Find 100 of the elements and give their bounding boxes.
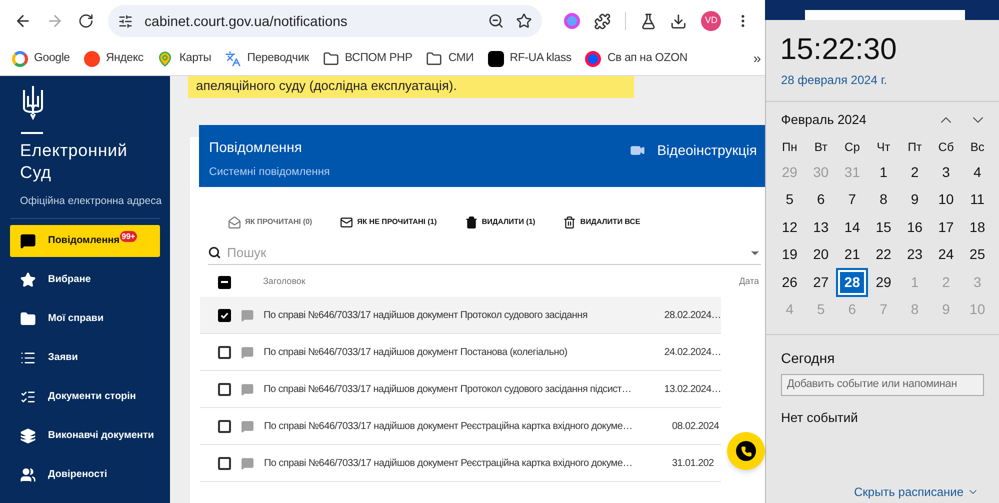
flask-icon[interactable]: [640, 12, 656, 30]
reload-icon[interactable]: [78, 13, 94, 29]
weekday-label: Чт: [876, 138, 892, 156]
search-field[interactable]: Пошук: [208, 241, 761, 265]
zoom-icon[interactable]: [488, 13, 504, 29]
calendar-day[interactable]: 23: [900, 242, 929, 268]
profile-avatar[interactable]: VD: [701, 11, 722, 31]
folder-icon: [426, 50, 442, 66]
map-pin-icon: [157, 50, 174, 66]
download-icon[interactable]: [670, 12, 688, 30]
message-icon: [241, 420, 254, 432]
today-heading: Сегодня: [781, 348, 836, 368]
back-icon[interactable]: [14, 12, 32, 30]
open-envelope-icon: [228, 216, 241, 228]
table-cell-text: 28.02.2024…: [664, 308, 721, 322]
bookmark[interactable]: Св ап на OZON: [585, 50, 688, 68]
url-text: cabinet.court.gov.ua/notifications: [144, 12, 348, 31]
bookmark[interactable]: ВСПОМ PHP: [322, 50, 412, 68]
calendar-day[interactable]: 29: [869, 270, 898, 295]
calendar-day[interactable]: 20: [806, 242, 835, 268]
calendar-day[interactable]: 14: [838, 214, 866, 240]
bookmark[interactable]: Google: [12, 50, 70, 68]
sidebar-item[interactable]: Документи сторін: [10, 380, 160, 413]
sidebar-item[interactable]: Заяви: [10, 342, 160, 374]
checkbox[interactable]: [218, 420, 231, 432]
calendar-day[interactable]: 1: [869, 160, 898, 185]
calendar-day[interactable]: 10: [932, 187, 960, 212]
calendar-day[interactable]: 25: [963, 242, 992, 268]
folder-icon: [20, 310, 36, 327]
checkbox[interactable]: [218, 308, 231, 322]
table-cell-text: По справі №646/7033/17 надійшов документ Протокол судового засідання: [264, 308, 588, 322]
column-header: Заголовок: [263, 275, 306, 288]
sidebar-item[interactable]: Виконавчі документи: [10, 420, 160, 452]
calendar-day[interactable]: 6: [806, 187, 835, 212]
calendar-day[interactable]: 9: [900, 187, 929, 212]
hide-schedule-link[interactable]: Скрыть расписание: [854, 483, 999, 501]
table-cell-text: 08.02.2024: [672, 420, 720, 434]
calendar-day[interactable]: 28: [838, 270, 866, 295]
table-row[interactable]: По справі №646/7033/17 надійшов документ Протокол судового засідання 28.02.2024…: [200, 297, 721, 334]
search-icon: [208, 246, 221, 259]
sidebar-label: Повідомлення: [48, 234, 120, 248]
puzzle-icon[interactable]: [594, 12, 611, 30]
app-title: Електронний Суд: [20, 140, 128, 184]
calendar-day[interactable]: 19: [776, 242, 804, 268]
address-bar[interactable]: cabinet.court.gov.ua/notifications: [108, 5, 542, 37]
calendar-day[interactable]: 3: [932, 160, 960, 185]
no-events-text: Нет событий: [781, 408, 859, 426]
month-label: Февраль 2024: [781, 111, 868, 129]
calendar-day[interactable]: 7: [838, 187, 866, 212]
notice-banner: апеляційного суду (дослідна експлуатація).: [188, 76, 634, 98]
list-icon: [20, 350, 36, 366]
table-cell-text: По справі №646/7033/17 надійшов документ Протокол судового засідання підсист…: [264, 382, 632, 396]
weekday-label: Ср: [844, 138, 861, 156]
event-input[interactable]: Добавить событие или напоминан: [781, 374, 984, 396]
more-bookmarks[interactable]: »: [753, 48, 761, 69]
checklist-icon: [20, 388, 36, 405]
sidebar-label: Виконавчі документи: [48, 429, 154, 444]
calendar-day[interactable]: 8: [869, 187, 898, 212]
sidebar-item[interactable]: Довіреності: [10, 458, 160, 491]
bookmark[interactable]: RF-UA klass: [488, 50, 572, 68]
sidebar-item[interactable]: Вибране: [10, 264, 160, 296]
bookmark[interactable]: СМИ: [426, 50, 474, 68]
video-instruction-link[interactable]: Відеоінструкція: [630, 139, 757, 161]
envelope-icon: [340, 216, 354, 228]
calendar-day[interactable]: 17: [932, 214, 960, 240]
column-header: Дата: [739, 275, 759, 288]
clock-date: 28 февраля 2024 г.: [781, 72, 888, 89]
calendar-day[interactable]: 4: [963, 160, 992, 185]
calendar-day[interactable]: 22: [869, 242, 898, 268]
weekday-label: Вт: [813, 138, 828, 156]
folder-icon: [322, 50, 339, 66]
clock-time: 15:22:30: [780, 32, 898, 68]
calendar-day[interactable]: 18: [963, 214, 992, 240]
bookmark[interactable]: Карты: [157, 50, 212, 68]
sidebar-label: Заяви: [48, 351, 78, 366]
extension-icon[interactable]: [564, 13, 580, 29]
calendar-day[interactable]: 16: [900, 214, 929, 240]
bookmark-star-icon[interactable]: [516, 13, 532, 29]
calendar-day[interactable]: 24: [932, 242, 960, 268]
checkbox[interactable]: [218, 276, 231, 288]
calendar-day[interactable]: 26: [776, 270, 804, 295]
calendar-day[interactable]: 12: [776, 214, 804, 240]
search-input[interactable]: Пошук: [227, 242, 743, 262]
calendar-day[interactable]: 5: [776, 187, 804, 212]
calendar-day[interactable]: 15: [869, 214, 898, 240]
calendar-day[interactable]: 13: [806, 214, 835, 240]
checkbox[interactable]: [218, 456, 231, 470]
calendar-day[interactable]: 27: [806, 270, 835, 295]
calendar-day[interactable]: 2: [900, 160, 929, 185]
site-settings-icon[interactable]: [118, 14, 133, 28]
calendar-day[interactable]: 11: [963, 187, 992, 212]
checkbox[interactable]: [218, 382, 231, 396]
sidebar-item[interactable]: Мої справи: [10, 302, 160, 335]
bookmark[interactable]: Переводчик: [225, 50, 309, 68]
trash-icon: [464, 216, 478, 228]
sidebar-label: Мої справи: [48, 312, 104, 326]
bookmark[interactable]: Яндекс: [84, 50, 144, 68]
checkbox[interactable]: [218, 346, 231, 358]
card-subtitle: Системні повідомлення: [209, 165, 330, 180]
calendar-day[interactable]: 21: [838, 242, 866, 268]
